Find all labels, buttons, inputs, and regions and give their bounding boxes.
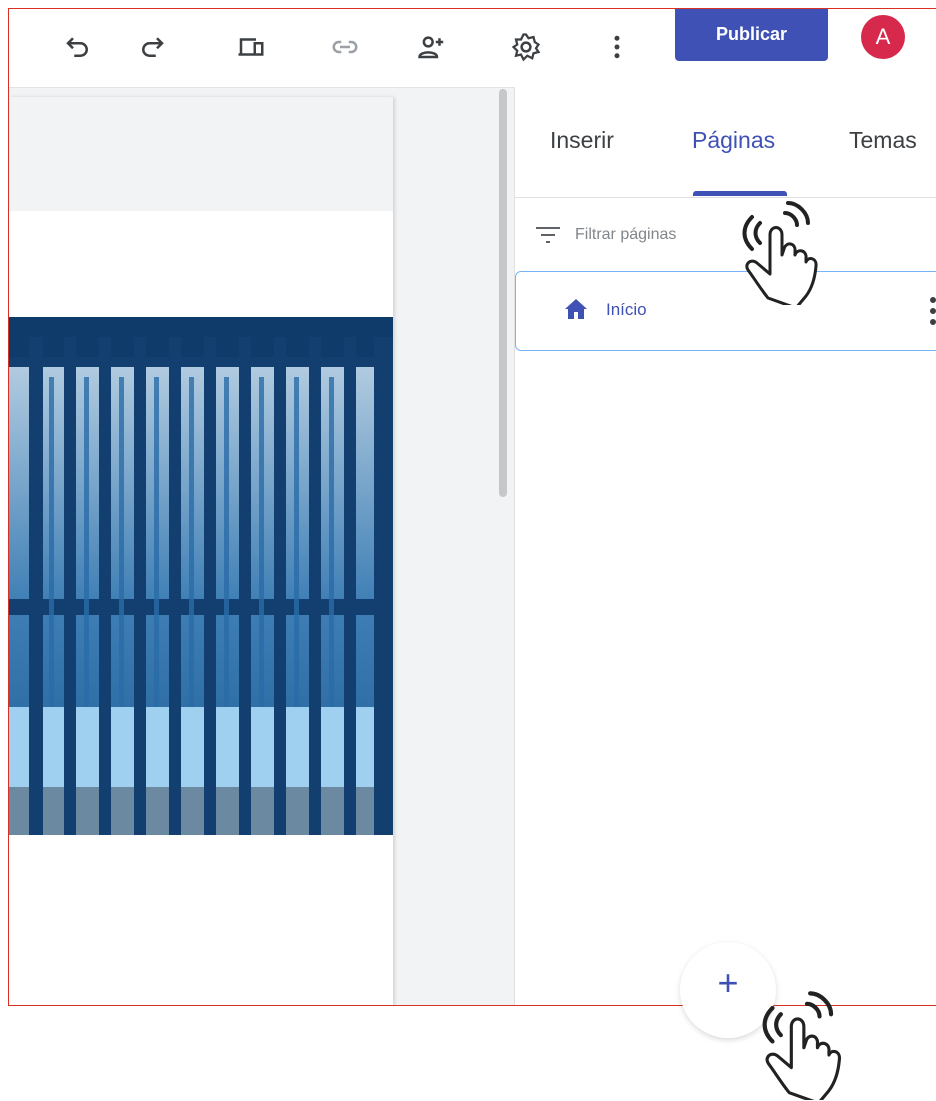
home-icon xyxy=(565,299,587,319)
tap-hand-icon xyxy=(742,201,818,305)
app-frame: Publicar A Inserir Páginas Temas Filtrar… xyxy=(8,8,936,1006)
page-list-item[interactable]: Início xyxy=(515,271,936,351)
page-more-icon[interactable] xyxy=(928,296,936,326)
more-vert-icon[interactable] xyxy=(597,27,637,67)
tab-inserir[interactable]: Inserir xyxy=(550,127,614,154)
panel-tabs: Inserir Páginas Temas xyxy=(515,87,936,198)
share-add-person-icon[interactable] xyxy=(412,27,452,67)
right-side-panel: Inserir Páginas Temas Filtrar páginas In… xyxy=(514,87,936,1005)
tap-hand-icon xyxy=(762,991,841,1100)
preview-devices-icon[interactable] xyxy=(231,27,271,67)
top-toolbar: Publicar A xyxy=(9,9,936,88)
tab-temas[interactable]: Temas xyxy=(849,127,917,154)
site-page-canvas[interactable] xyxy=(9,97,393,1005)
filter-pages-placeholder: Filtrar páginas xyxy=(575,226,677,243)
settings-gear-icon[interactable] xyxy=(506,27,546,67)
avatar[interactable]: A xyxy=(861,15,905,59)
gate-photo-image[interactable] xyxy=(9,317,393,835)
filter-pages-field[interactable]: Filtrar páginas xyxy=(535,215,676,255)
page-item-label: Início xyxy=(606,300,647,319)
filter-icon xyxy=(536,227,560,243)
redo-icon[interactable] xyxy=(132,27,172,67)
link-icon[interactable] xyxy=(325,27,365,67)
canvas-scrollbar[interactable] xyxy=(499,89,507,497)
publish-button[interactable]: Publicar xyxy=(675,9,828,61)
tab-paginas[interactable]: Páginas xyxy=(692,127,775,154)
undo-icon[interactable] xyxy=(58,27,98,67)
page-header-section[interactable] xyxy=(9,97,393,211)
